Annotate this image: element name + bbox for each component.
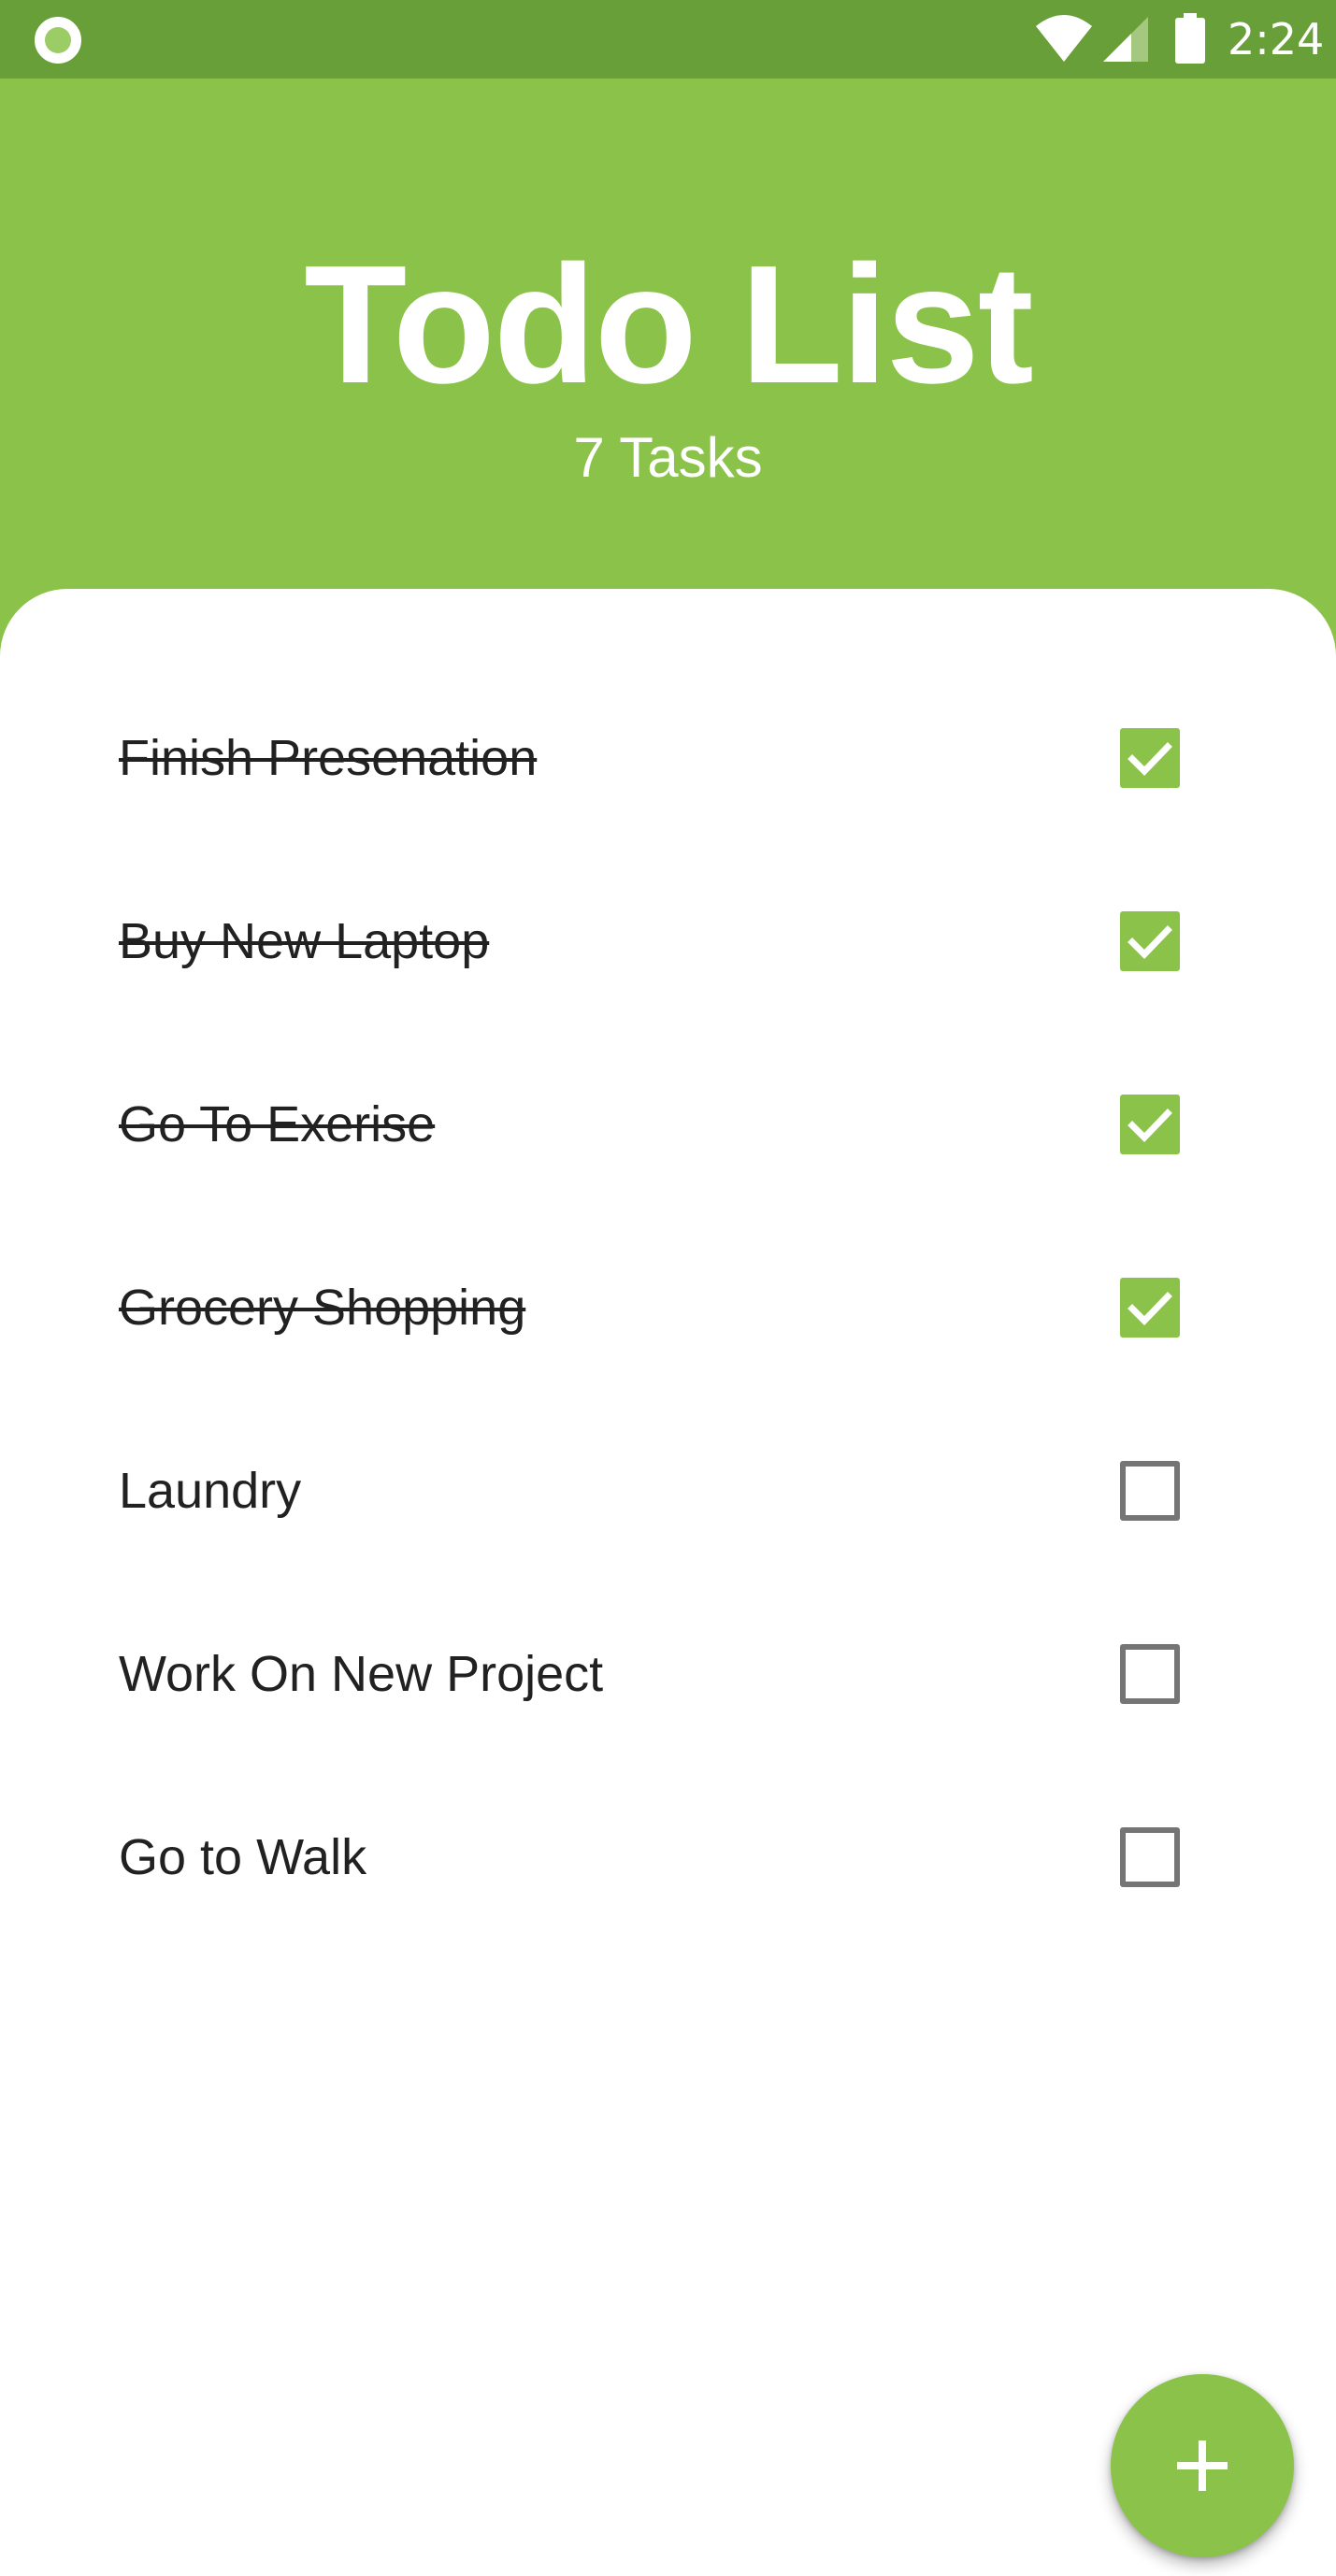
task-row[interactable]: Work On New Project — [0, 1613, 1336, 1735]
task-row[interactable]: Buy New Laptop — [0, 880, 1336, 1002]
task-checkbox[interactable] — [1120, 911, 1180, 971]
wifi-icon — [1036, 15, 1092, 62]
check-icon — [1128, 925, 1172, 959]
task-checkbox[interactable] — [1120, 1827, 1180, 1887]
task-label: Go To Exerise — [119, 1096, 436, 1152]
status-time: 2:24 — [1228, 14, 1325, 64]
task-checkbox[interactable] — [1120, 1095, 1180, 1154]
task-label: Work On New Project — [119, 1646, 604, 1702]
task-label: Laundry — [119, 1463, 302, 1519]
task-label: Buy New Laptop — [119, 913, 490, 969]
task-list-card: Finish Presenation Buy New Laptop Go To … — [0, 589, 1336, 2576]
task-checkbox[interactable] — [1120, 1278, 1180, 1338]
task-row[interactable]: Go To Exerise — [0, 1064, 1336, 1185]
task-checkbox[interactable] — [1120, 728, 1180, 788]
cell-signal-icon — [1103, 17, 1148, 62]
task-row[interactable]: Finish Presenation — [0, 697, 1336, 819]
task-label: Grocery Shopping — [119, 1280, 526, 1336]
check-icon — [1128, 1292, 1172, 1325]
check-icon — [1128, 742, 1172, 776]
task-row[interactable]: Laundry — [0, 1430, 1336, 1552]
task-label: Finish Presenation — [119, 730, 538, 786]
task-checkbox[interactable] — [1120, 1644, 1180, 1704]
task-label: Go to Walk — [119, 1829, 367, 1885]
add-task-button[interactable] — [1111, 2374, 1294, 2557]
battery-icon — [1175, 13, 1205, 64]
plus-icon — [1177, 2440, 1228, 2491]
task-count: 7 Tasks — [573, 426, 763, 489]
status-bar: 2:24 — [0, 0, 1336, 79]
record-indicator-icon — [35, 17, 81, 64]
task-row[interactable]: Grocery Shopping — [0, 1247, 1336, 1368]
page-title: Todo List — [304, 231, 1033, 419]
task-row[interactable]: Go to Walk — [0, 1796, 1336, 1918]
task-checkbox[interactable] — [1120, 1461, 1180, 1521]
check-icon — [1128, 1109, 1172, 1142]
